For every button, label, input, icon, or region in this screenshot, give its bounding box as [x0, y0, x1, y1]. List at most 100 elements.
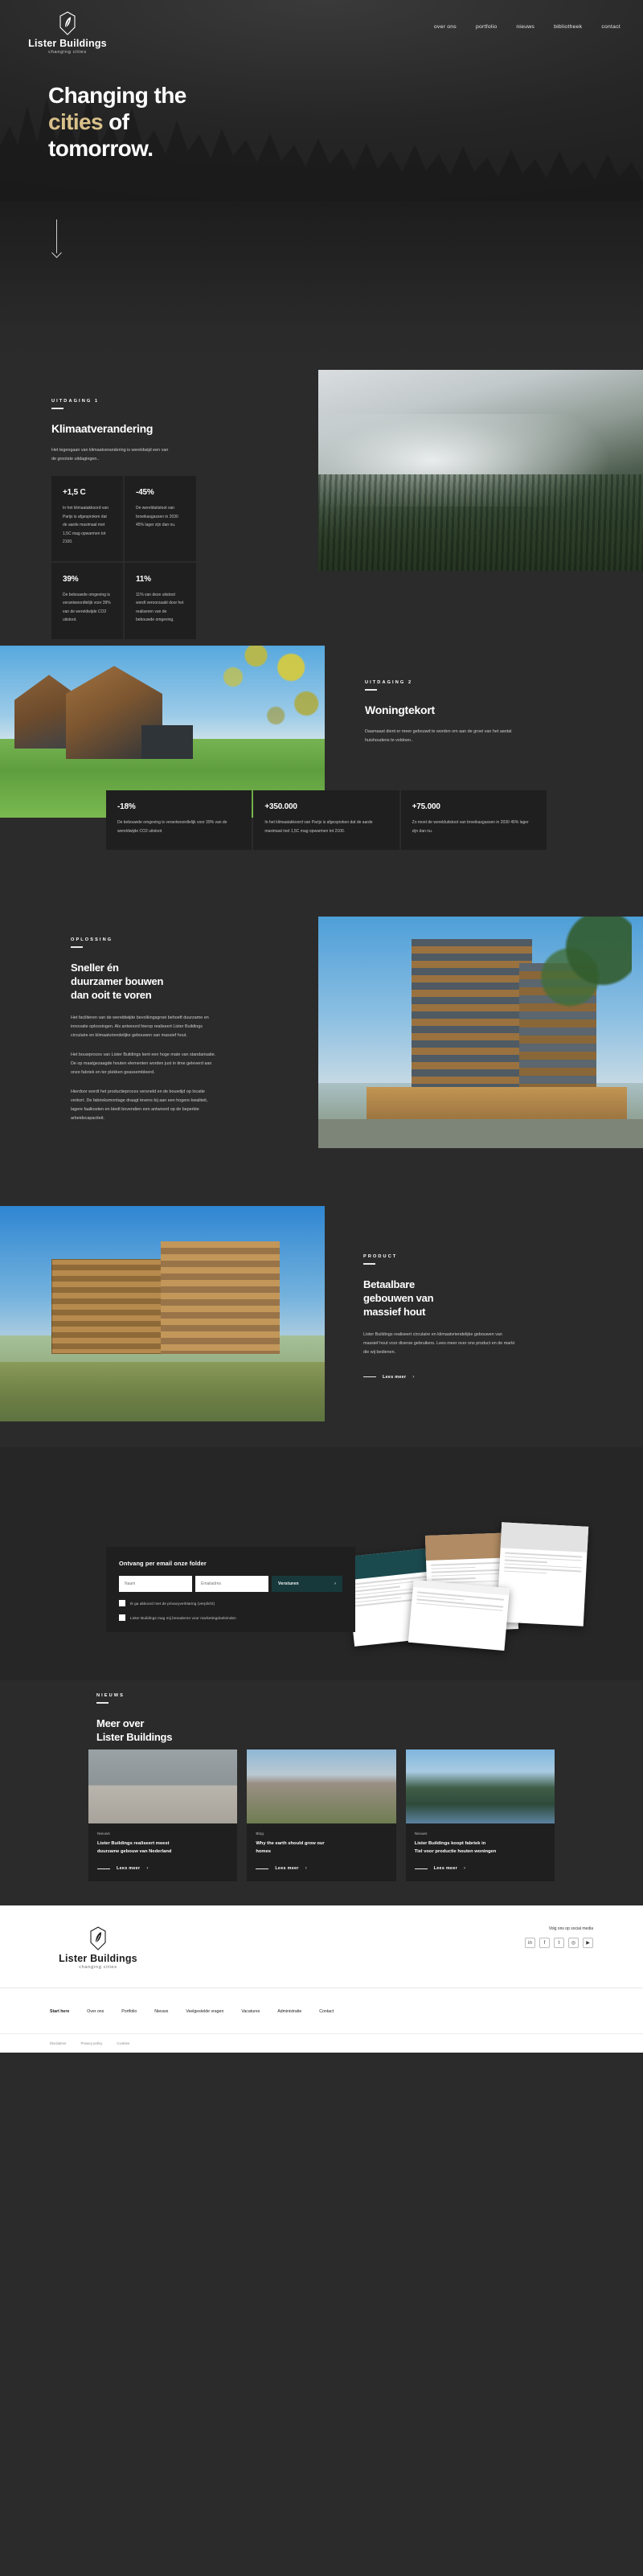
news-card-image — [405, 1749, 555, 1823]
product-title-line1: Betaalbare — [363, 1278, 415, 1290]
facebook-icon[interactable]: f — [539, 1938, 550, 1948]
hero-bottom-fade — [0, 273, 643, 370]
eyebrow-rule — [363, 1263, 375, 1265]
challenge-1-section: UITDAGING 1 Klimaatverandering Het tegen… — [0, 370, 643, 639]
footer-brand-logo[interactable]: Lister Buildings changing cities — [50, 1926, 146, 1970]
footer-legal-privacy[interactable]: Privacy policy — [81, 2041, 103, 2045]
nav-item-portfolio[interactable]: portfolio — [476, 24, 497, 30]
stat-text: De bebouwde omgeving is verantwoordlelij… — [63, 592, 111, 623]
document-preview — [496, 1522, 589, 1626]
product-body: Lister Buildings realiseert circulaire e… — [363, 1331, 515, 1355]
nav-item-over-ons[interactable]: over ons — [434, 24, 457, 30]
newsletter-privacy-checkbox-row[interactable]: Ik ga akkoord met de privacyverklaring (… — [119, 1600, 342, 1606]
footer-nav-vacatures[interactable]: Vacatures — [241, 2009, 260, 2014]
challenge-1-stat-grid: +1,5 C In het klimaatakkoord van Parijs … — [51, 476, 196, 639]
product-read-more-link[interactable]: Lees meer › — [363, 1375, 516, 1380]
solution-title-line1: Sneller én — [71, 961, 119, 974]
read-more-label: Lees meer — [433, 1866, 458, 1872]
newsletter-name-input[interactable] — [119, 1576, 192, 1592]
twitter-icon[interactable]: t — [554, 1938, 564, 1948]
chevron-right-icon: › — [464, 1866, 466, 1872]
news-title: Meer over Lister Buildings — [96, 1717, 273, 1744]
instagram-icon[interactable]: ◎ — [568, 1938, 579, 1948]
nav-item-contact[interactable]: contact — [601, 24, 620, 30]
challenge-2-eyebrow: UITDAGING 2 — [365, 680, 413, 685]
news-card-read-more-link[interactable]: Lees meer › — [414, 1866, 546, 1872]
hero-section: Lister Buildings changing cities over on… — [0, 0, 643, 370]
nav-item-nieuws[interactable]: nieuws — [516, 24, 534, 30]
stat-text: De werelduitstoot van broeikasgassen in … — [136, 506, 178, 527]
footer-nav-nieuws[interactable]: Nieuws — [154, 2009, 168, 2014]
news-card-read-more-link[interactable]: Lees meer › — [97, 1866, 228, 1871]
footer-nav-veelgestelde-vragen[interactable]: Veelgestelde vragen — [186, 2009, 223, 2014]
leaf-shield-logo-icon — [90, 1926, 106, 1950]
product-title-line3: massief hout — [363, 1306, 426, 1319]
hero-title-line2-rest: of — [103, 109, 129, 135]
footer-social: Volg ons op social media in f t ◎ ▶ — [525, 1926, 593, 1948]
news-card-read-more-link[interactable]: Lees meer › — [256, 1866, 387, 1871]
news-card-kicker: Nieuws — [97, 1832, 110, 1836]
newsletter-submit-button[interactable]: Versturen › — [272, 1576, 342, 1592]
news-heading: NIEUWS Meer over Lister Buildings — [96, 1693, 273, 1744]
checkbox-icon[interactable] — [119, 1600, 125, 1606]
newsletter-marketing-checkbox-row[interactable]: Lister Buildings mag mij benaderen voor … — [119, 1614, 342, 1621]
footer-nav-administratie[interactable]: Administratie — [277, 2009, 301, 2014]
brand-logo[interactable]: Lister Buildings changing cities — [19, 11, 116, 55]
footer-nav-portfolio[interactable]: Portfolio — [121, 2009, 137, 2014]
news-card[interactable]: Nieuws Lister Buildings realiseert meest… — [88, 1749, 238, 1882]
youtube-icon[interactable]: ▶ — [583, 1938, 593, 1948]
news-card[interactable]: Blog Why the earth should grow our homes… — [247, 1749, 396, 1882]
footer-nav-contact[interactable]: Contact — [319, 2009, 334, 2014]
news-card[interactable]: Nieuws Lister Buildings koopt fabriek in… — [405, 1749, 555, 1882]
footer-nav-over-ons[interactable]: Over ons — [87, 2009, 104, 2014]
stat-card: +350.000 In het klimaatakkoord van Parij… — [253, 790, 399, 850]
eyebrow-rule — [51, 408, 63, 409]
news-card-title-line2: homes — [256, 1849, 272, 1855]
stat-card: +75.000 Zo moet de werelduitstoot van br… — [400, 790, 547, 850]
newsletter-email-input[interactable] — [195, 1576, 268, 1592]
news-card-list: Nieuws Lister Buildings realiseert meest… — [88, 1749, 555, 1882]
nav-item-bibliotheek[interactable]: bibliotheek — [554, 24, 582, 30]
news-card-title-line1: Lister Buildings koopt fabriek in — [414, 1841, 486, 1846]
footer-legal-disclaimer[interactable]: Disclaimer — [50, 2041, 67, 2045]
news-card-kicker: Blog — [256, 1832, 264, 1836]
checkbox-icon[interactable] — [119, 1614, 125, 1621]
challenge-1-text: UITDAGING 1 Klimaatverandering Het tegen… — [51, 399, 170, 464]
down-arrow-icon[interactable] — [51, 219, 63, 258]
news-eyebrow: NIEUWS — [96, 1693, 125, 1698]
landing-page: Lister Buildings changing cities over on… — [0, 0, 643, 2053]
news-title-line1: Meer over — [96, 1717, 145, 1729]
challenge-1-body: Het tegengaan van klimaatverandering is … — [51, 447, 169, 461]
read-more-label: Lees meer — [383, 1374, 407, 1380]
newsletter-form-row: Versturen › — [119, 1576, 342, 1592]
eyebrow-rule — [71, 946, 83, 948]
chevron-right-icon: › — [334, 1581, 336, 1586]
news-card-title: Lister Buildings realiseert meest duurza… — [97, 1840, 228, 1856]
eyebrow-rule — [365, 689, 377, 691]
challenge-2-stat-grid: -18% De bebouwde omgeving is verantwoord… — [106, 790, 547, 850]
stat-value: 11% — [136, 574, 151, 584]
document-preview — [408, 1579, 510, 1651]
newsletter-title: Ontvang per email onze folder — [119, 1560, 207, 1567]
challenge-2-body: Daarnaast dient er meer gebouwd te worde… — [365, 728, 512, 743]
news-card-title-line1: Why the earth should grow our — [256, 1841, 325, 1846]
newsletter-marketing-label: Lister Buildings mag mij benaderen voor … — [130, 1615, 236, 1620]
linkedin-icon[interactable]: in — [525, 1938, 535, 1948]
stat-card: 11% 11% van deze uitstoot wordt veroorza… — [125, 562, 196, 639]
challenge-2-text: UITDAGING 2 Woningtekort Daarnaast dient… — [365, 680, 519, 745]
footer-nav-start-here[interactable]: Start here — [50, 2009, 69, 2014]
brand-name: Lister Buildings — [28, 38, 107, 49]
footer-legal-cookies[interactable]: Cookies — [117, 2041, 129, 2045]
solution-title-line3: dan ooit te voren — [71, 989, 152, 1002]
newsletter-card: Ontvang per email onze folder Versturen … — [106, 1547, 355, 1632]
solution-text: OPLOSSING Sneller én duurzamer bouwen da… — [71, 937, 219, 1124]
folder-documents-image — [342, 1522, 607, 1651]
product-eyebrow: PRODUCT — [363, 1254, 398, 1259]
stat-text: 11% van deze uitstoot wordt veroorzaakt … — [136, 592, 184, 623]
news-card-title-line2: duurzame gebouw van Nederland — [97, 1849, 172, 1855]
news-card-image — [247, 1749, 396, 1823]
stat-card: -18% De bebouwde omgeving is verantwoord… — [106, 790, 252, 850]
main-navigation: Lister Buildings changing cities over on… — [0, 0, 643, 55]
chevron-right-icon: › — [412, 1374, 415, 1380]
eyebrow-rule — [96, 1702, 109, 1704]
